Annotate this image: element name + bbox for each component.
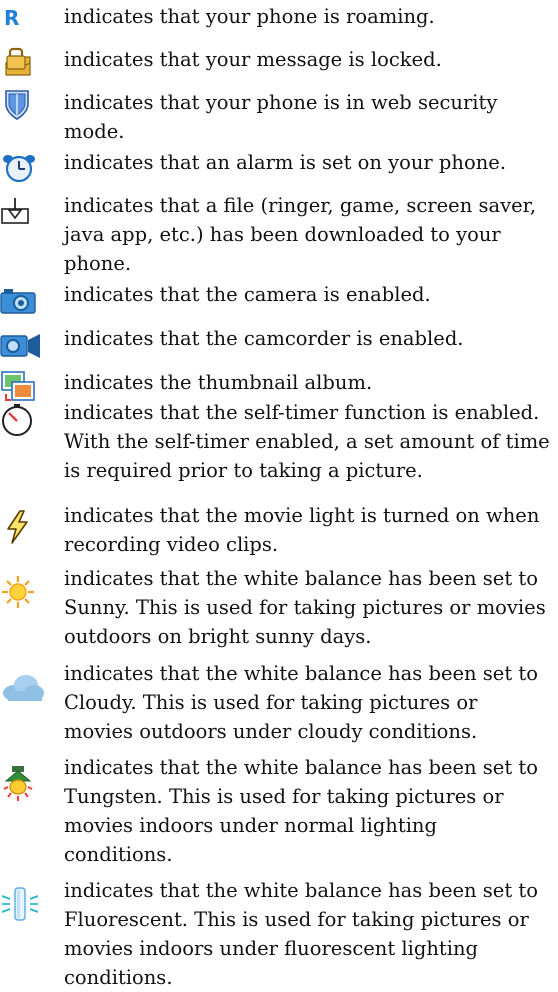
item-text: indicates that the white balance has bee… (64, 756, 538, 866)
tungsten-bulb-icon (0, 765, 42, 801)
item-text: indicates that the white balance has bee… (64, 567, 546, 648)
thumbnail-album-icon (0, 370, 42, 404)
self-timer-icon (0, 402, 42, 436)
download-arrow-icon (0, 195, 42, 229)
camcorder-icon (0, 328, 42, 362)
camera-icon (0, 284, 42, 318)
shield-icon (0, 88, 42, 122)
cloud-icon (0, 669, 44, 703)
item-text: indicates the thumbnail album. (64, 371, 373, 394)
item-text: indicates that a file (ringer, game, scr… (64, 194, 537, 275)
item-text: indicates that the self-timer function i… (64, 401, 550, 482)
fluorescent-tube-icon (0, 886, 42, 921)
lock-message-icon (0, 47, 42, 81)
item-text: indicates that the white balance has bee… (64, 662, 538, 743)
sun-icon (0, 574, 42, 608)
item-text: indicates that the white balance has bee… (64, 879, 538, 989)
item-text: indicates that the camera is enabled. (64, 283, 431, 306)
item-text: indicates that your phone is in web secu… (64, 91, 498, 143)
item-text: indicates that your message is locked. (64, 48, 442, 71)
lightning-icon (0, 509, 42, 544)
item-text: indicates that the camcorder is enabled. (64, 327, 464, 350)
alarm-clock-icon (0, 151, 42, 185)
item-text: indicates that the movie light is turned… (64, 504, 540, 556)
roaming-r-icon: R (4, 6, 20, 30)
item-text: indicates that your phone is roaming. (64, 5, 435, 28)
item-text: indicates that an alarm is set on your p… (64, 151, 507, 174)
